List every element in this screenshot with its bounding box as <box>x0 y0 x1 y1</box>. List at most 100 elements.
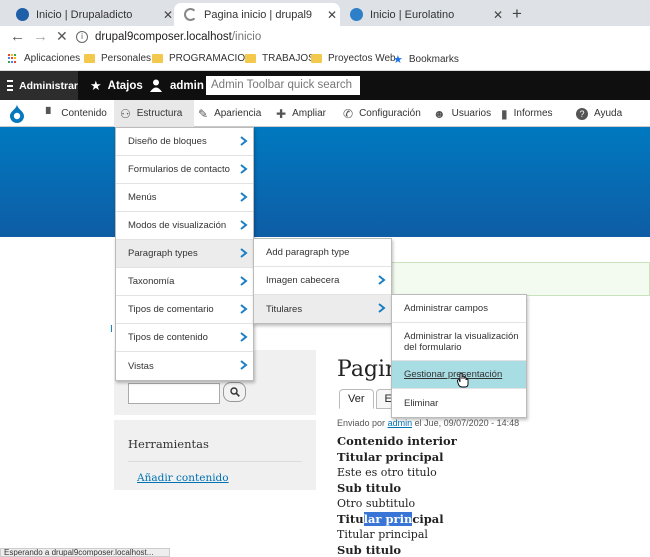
paragraph-types-submenu: Add paragraph type Imagen cabecera Titul… <box>253 238 392 324</box>
tab-title: Inicio | Eurolatino <box>370 8 455 21</box>
content-line: Sub titulo <box>337 542 402 557</box>
tray-item-ayuda[interactable]: ? Ayuda <box>576 100 622 127</box>
tray-item-ampliar[interactable]: ✚ Ampliar <box>276 100 326 127</box>
titulares-submenu: Administrar campos Administrar la visual… <box>391 294 527 418</box>
menu-item-administrar-visualizacion-formulario[interactable]: Administrar la visualización del formula… <box>392 323 526 361</box>
toolbar-user-label: admin <box>170 79 204 92</box>
tray-label: Contenido <box>61 108 107 119</box>
admin-toolbar-search-input[interactable]: Admin Toolbar quick search <box>206 76 360 95</box>
left-fragment-link[interactable]: I <box>110 324 113 335</box>
bookmark-label: TRABAJOS <box>262 53 315 64</box>
menu-item-label: Eliminar <box>404 397 439 409</box>
menu-item-label: Formularios de contacto <box>128 164 230 175</box>
menu-item-menus[interactable]: Menús <box>116 184 253 212</box>
bookmark-programacion[interactable]: PROGRAMACION <box>152 53 252 64</box>
new-tab-button[interactable]: + <box>512 4 522 24</box>
menu-item-formularios-contacto[interactable]: Formularios de contacto <box>116 156 253 184</box>
menu-item-label: Diseño de bloques <box>128 136 207 147</box>
tray-label: Configuración <box>359 108 421 119</box>
toolbar-shortcuts[interactable]: ★ Atajos <box>90 71 143 100</box>
tab-view[interactable]: Ver <box>339 389 374 409</box>
browser-status-bar: Esperando a drupal9composer.localhost... <box>0 548 170 557</box>
content-line: Este es otro titulo <box>337 466 437 479</box>
content-line: Sub titulo <box>337 480 402 495</box>
browser-tab-eurolatino[interactable]: Inicio | Eurolatino ✕ <box>340 3 506 26</box>
tray-item-configuracion[interactable]: ✆ Configuración <box>343 100 421 127</box>
bookmark-personales[interactable]: Personales <box>84 53 151 64</box>
menu-item-titulares[interactable]: Titulares <box>254 295 391 323</box>
stop-loading-icon[interactable]: ✕ <box>56 28 68 45</box>
bookmark-label: Bookmarks <box>408 54 459 65</box>
close-tab-icon[interactable]: ✕ <box>490 8 506 22</box>
menu-item-imagen-cabecera[interactable]: Imagen cabecera <box>254 267 391 295</box>
menu-item-label: Taxonomía <box>128 276 175 287</box>
menu-item-administrar-campos[interactable]: Administrar campos <box>392 295 526 323</box>
bookmark-label: PROGRAMACION <box>169 53 253 64</box>
menu-item-diseno-bloques[interactable]: Diseño de bloques <box>116 128 253 156</box>
url-path: /inicio <box>231 31 262 43</box>
url-field[interactable]: i drupal9composer.localhost/inicio <box>76 27 646 47</box>
menu-item-eliminar[interactable]: Eliminar <box>392 389 526 417</box>
menu-item-modos-visualizacion[interactable]: Modos de visualización <box>116 212 253 240</box>
menu-item-taxonomia[interactable]: Taxonomía <box>116 268 253 296</box>
tray-label: Ayuda <box>594 108 623 119</box>
menu-item-label: Titulares <box>266 303 303 315</box>
url-host: drupal9composer.localhost <box>95 31 232 43</box>
menu-item-label: Tipos de comentario <box>128 304 214 315</box>
menu-item-label: Administrar campos <box>404 303 488 314</box>
close-tab-icon[interactable]: ✕ <box>324 8 340 22</box>
toolbar-shortcuts-label: Atajos <box>107 79 143 92</box>
forward-arrow-icon[interactable]: → <box>33 28 48 45</box>
submitted-info: Enviado por admin el Jue, 09/07/2020 - 1… <box>337 418 519 428</box>
toolbar-user[interactable]: admin <box>150 71 204 100</box>
folder-icon <box>152 54 163 63</box>
site-info-icon[interactable]: i <box>76 31 88 43</box>
tray-item-informes[interactable]: ▮ Informes <box>501 100 553 127</box>
selected-text: lar prin <box>363 511 413 526</box>
menu-item-tipos-contenido[interactable]: Tipos de contenido <box>116 324 253 352</box>
menu-item-tipos-comentario[interactable]: Tipos de comentario <box>116 296 253 324</box>
toolbar-manage[interactable]: Administrar <box>0 71 78 100</box>
folder-icon <box>311 54 322 63</box>
menu-item-vistas[interactable]: Vistas <box>116 352 253 380</box>
menu-item-paragraph-types[interactable]: Paragraph types <box>116 240 253 268</box>
folder-icon <box>245 54 256 63</box>
tray-label: Estructura <box>136 108 183 119</box>
appearance-icon: ✎ <box>198 106 209 121</box>
chevron-right-icon <box>240 136 248 146</box>
drupal-favicon-icon <box>16 8 29 21</box>
search-input[interactable] <box>128 383 220 404</box>
bookmark-apps[interactable]: Aplicaciones <box>8 53 80 64</box>
menu-item-label: Administrar la visualización del formula… <box>404 330 519 353</box>
people-icon: ☻ <box>433 106 446 121</box>
chevron-right-icon <box>240 220 248 230</box>
tab-title: Pagina inicio | drupal9 <box>204 8 313 21</box>
toolbar-manage-label: Administrar <box>19 79 78 92</box>
add-content-link[interactable]: Añadir contenido <box>137 472 316 484</box>
browser-tab-drupaladicto[interactable]: Inicio | Drupaladicto ✕ <box>6 3 176 26</box>
apps-grid-icon <box>8 53 18 64</box>
chevron-right-icon <box>378 303 386 313</box>
bookmark-proyectos-web[interactable]: Proyectos Web <box>311 53 396 64</box>
bookmark-bookmarks[interactable]: ★ Bookmarks <box>393 53 459 66</box>
tray-item-contenido[interactable]: ▘ Contenido <box>46 100 107 127</box>
bookmarks-bar: Aplicaciones Personales PROGRAMACION TRA… <box>0 49 650 71</box>
back-arrow-icon[interactable]: ← <box>10 28 25 45</box>
toolbar-tray: ▘ Contenido ⚇ Estructura ✎ Apariencia ✚ Ampl… <box>0 100 650 127</box>
extend-icon: ✚ <box>276 106 287 121</box>
tray-item-apariencia[interactable]: ✎ Apariencia <box>198 100 261 127</box>
drupal-drop-icon[interactable] <box>9 104 25 123</box>
search-button[interactable] <box>223 382 246 402</box>
structure-icon: ⚇ <box>120 106 131 121</box>
menu-item-add-paragraph-type[interactable]: Add paragraph type <box>254 239 391 267</box>
menu-item-label: Tipos de contenido <box>128 332 208 343</box>
browser-tab-drupal9[interactable]: Pagina inicio | drupal9 ✕ <box>174 3 340 26</box>
tray-item-estructura[interactable]: ⚇ Estructura <box>114 100 194 127</box>
menu-item-label: Menús <box>128 192 157 203</box>
menu-item-label: Modos de visualización <box>128 220 227 231</box>
star-icon: ★ <box>90 77 102 93</box>
tray-item-usuarios[interactable]: ☻ Usuarios <box>433 100 491 127</box>
author-link[interactable]: admin <box>388 418 413 428</box>
menu-item-label: Gestionar presentación <box>404 369 503 380</box>
bookmark-trabajos[interactable]: TRABAJOS <box>245 53 315 64</box>
